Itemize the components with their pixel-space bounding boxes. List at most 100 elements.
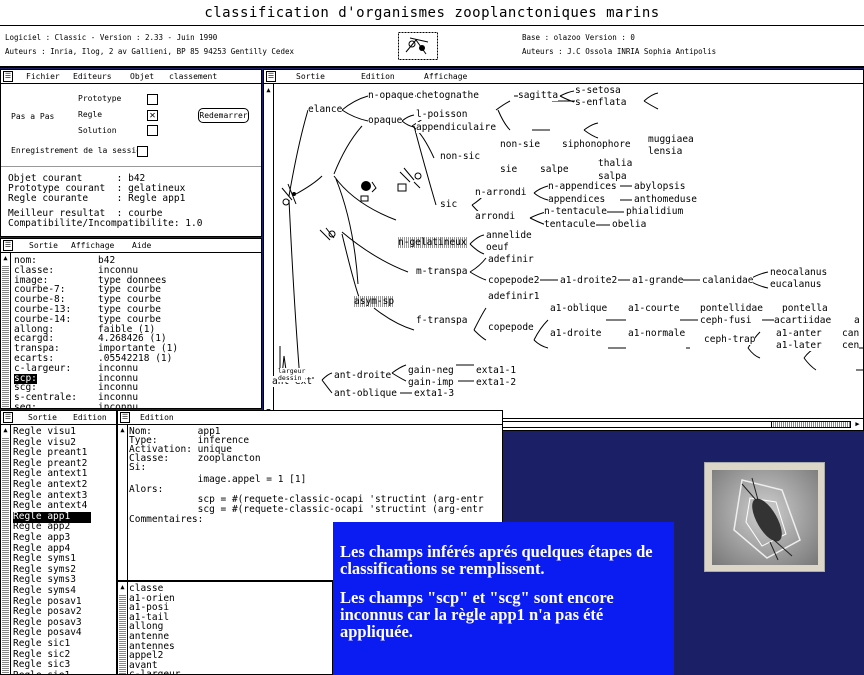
menu-objet[interactable]: Objet (130, 70, 154, 83)
enregistrement-checkbox[interactable] (137, 146, 148, 157)
tree-node-ceph-fusi[interactable]: ceph-fusi (700, 315, 752, 326)
tree-node-obelia[interactable]: obelia (612, 219, 647, 230)
tree-node-phialidium[interactable]: phialidium (626, 206, 684, 217)
tree-node-calanidae[interactable]: calanidae (702, 275, 754, 286)
prototype-checkbox[interactable] (147, 94, 158, 105)
tree-node-pontellidae[interactable]: pontellidae (700, 303, 763, 314)
window-menu-icon[interactable]: ☰ (3, 240, 13, 251)
scroll-up-icon[interactable]: ▲ (1, 426, 10, 435)
tree-node-a1-droite2[interactable]: a1-droite2 (560, 275, 618, 286)
tree-node-m-transpa[interactable]: m-transpa (416, 266, 468, 277)
tree-vscrollbar[interactable]: ▲ ▼ (264, 84, 274, 418)
tree-node-a1-grande[interactable]: a1-grande (632, 275, 684, 286)
tree-node-a1-oblique[interactable]: a1-oblique (550, 303, 608, 314)
field-label[interactable]: seg: (14, 403, 37, 409)
scroll-up-icon[interactable]: ▲ (118, 426, 127, 435)
tree-node-annelide[interactable]: annelide (486, 230, 532, 241)
menu-editeurs[interactable]: Editeurs (73, 70, 112, 83)
tree-node-ant-oblique[interactable]: ant-oblique (334, 388, 397, 399)
tree-node-anthomeduse[interactable]: anthomeduse (634, 194, 697, 205)
tree-node-elance[interactable]: elance (308, 104, 343, 115)
tree-node-ceph-trap[interactable]: ceph-trap (704, 334, 756, 345)
window-menu-icon[interactable]: ☰ (3, 412, 13, 423)
tree-node-n-tentacule[interactable]: n-tentacule (544, 206, 607, 217)
rule-item[interactable]: Regle sie1 (13, 670, 70, 674)
tree-node-appendices[interactable]: appendices (548, 194, 606, 205)
menu-fichier[interactable]: Fichier (26, 70, 60, 83)
tree-node-a1-courte[interactable]: a1-courte (628, 303, 680, 314)
tree-node-adefinir1[interactable]: adefinir1 (488, 291, 540, 302)
tree-node-gain-imp[interactable]: gain-imp (408, 377, 454, 388)
tree-node-a1-later[interactable]: a1-later (776, 340, 822, 351)
menu-affichage[interactable]: Affichage (71, 239, 114, 252)
menu-sortie[interactable]: Sortie (29, 239, 58, 252)
tree-node-s-enflata[interactable]: s-enflata (575, 97, 627, 108)
rules-scrollbar[interactable]: ▲ (1, 425, 11, 674)
scroll-up-icon[interactable]: ▲ (1, 254, 10, 263)
window-menu-icon[interactable]: ☰ (266, 71, 276, 82)
attribute-item[interactable]: c-largeur (129, 670, 180, 674)
menu-classement[interactable]: classement (169, 70, 217, 83)
attributes-scrollbar[interactable]: ▲ (118, 582, 128, 674)
menu-aide[interactable]: Aide (132, 239, 151, 252)
tree-node-exta1-2[interactable]: exta1-2 (476, 377, 517, 388)
tree-node-a1-normale[interactable]: a1-normale (628, 328, 686, 339)
tree-node-a-trunc[interactable]: a (854, 315, 860, 326)
menu-edition[interactable]: Edition (140, 411, 174, 424)
regle-checkbox[interactable]: ✕ (147, 110, 158, 121)
menu-edition[interactable]: Edition (73, 411, 107, 424)
tree-node-siphonophore[interactable]: siphonophore (562, 139, 631, 150)
tree-node-can1[interactable]: can (842, 328, 860, 339)
tree-node-a1-droite[interactable]: a1-droite (550, 328, 602, 339)
tree-node-pontella[interactable]: pontella (782, 303, 828, 314)
tree-node-s-setosa[interactable]: s-setosa (575, 85, 621, 96)
tree-node-exta1-1[interactable]: exta1-1 (476, 365, 517, 376)
tree-node-non-sie[interactable]: non-sie (500, 139, 541, 150)
solution-checkbox[interactable] (147, 125, 158, 136)
tree-node-ant-droite[interactable]: ant-droite (334, 370, 392, 381)
tree-node-n-gelatineux[interactable]: n-gelatineux (398, 237, 467, 248)
scroll-up-icon[interactable]: ▲ (118, 583, 127, 592)
tree-node-n-arrondi[interactable]: n-arrondi (475, 187, 527, 198)
tree-node-appendiculaire[interactable]: appendiculaire (416, 122, 497, 133)
tree-node-arrondi[interactable]: arrondi (475, 211, 516, 222)
tree-node-oeuf[interactable]: oeuf (486, 242, 509, 253)
redemarrer-button[interactable]: Redemarrer (198, 108, 249, 123)
tree-node-asym-sp[interactable]: asym-sp (354, 296, 395, 307)
window-menu-icon[interactable]: ☰ (3, 71, 13, 82)
tree-node-chetognathe[interactable]: chetognathe (416, 90, 479, 101)
menu-sortie[interactable]: Sortie (28, 411, 57, 424)
tree-node-copepode2[interactable]: copepode2 (488, 275, 540, 286)
tree-node-sie[interactable]: sie (500, 164, 518, 175)
tree-node-non-sic[interactable]: non-sic (440, 151, 481, 162)
tree-node-tentacule[interactable]: tentacule (544, 219, 596, 230)
tree-node-a1-anter[interactable]: a1-anter (776, 328, 822, 339)
tree-node-lensia[interactable]: lensia (648, 146, 683, 157)
tree-node-opaque[interactable]: opaque (368, 115, 403, 126)
tree-node-f-transpa[interactable]: f-transpa (416, 315, 468, 326)
tree-node-n-opaque[interactable]: n-opaque (368, 90, 414, 101)
tree-node-l-poisson[interactable]: l-poisson (416, 109, 468, 120)
tree-node-cen1[interactable]: cen (842, 340, 860, 351)
tree-node-adefinir[interactable]: adefinir (488, 254, 534, 265)
tree-node-eucalanus[interactable]: eucalanus (770, 279, 822, 290)
tree-node-neocalanus[interactable]: neocalanus (770, 267, 828, 278)
object-scrollbar[interactable]: ▲ (1, 253, 11, 408)
tree-node-gain-neg[interactable]: gain-neg (408, 365, 454, 376)
tree-node-muggiaea[interactable]: muggiaea (648, 134, 694, 145)
scroll-up-icon[interactable]: ▲ (264, 86, 273, 95)
scroll-right-icon[interactable]: ▶ (853, 420, 862, 429)
tree-node-thalia[interactable]: thalia (598, 158, 633, 169)
window-menu-icon[interactable]: ☰ (120, 412, 130, 423)
tree-node-copepode[interactable]: copepode (488, 322, 534, 333)
menu-edition[interactable]: Edition (361, 70, 395, 83)
tree-node-n-appendices[interactable]: n-appendices (548, 181, 617, 192)
tree-node-exta1-3[interactable]: exta1-3 (414, 388, 455, 399)
tree-node-sic[interactable]: sic (440, 199, 458, 210)
tree-node-salpe[interactable]: salpe (540, 164, 569, 175)
editor-scrollbar[interactable]: ▲ (118, 425, 128, 580)
tree-node-acartiidae[interactable]: acartiidae (774, 315, 832, 326)
menu-sortie[interactable]: Sortie (296, 70, 325, 83)
tree-node-sagitta[interactable]: sagitta (518, 90, 559, 101)
tree-node-abylopsis[interactable]: abylopsis (634, 181, 686, 192)
